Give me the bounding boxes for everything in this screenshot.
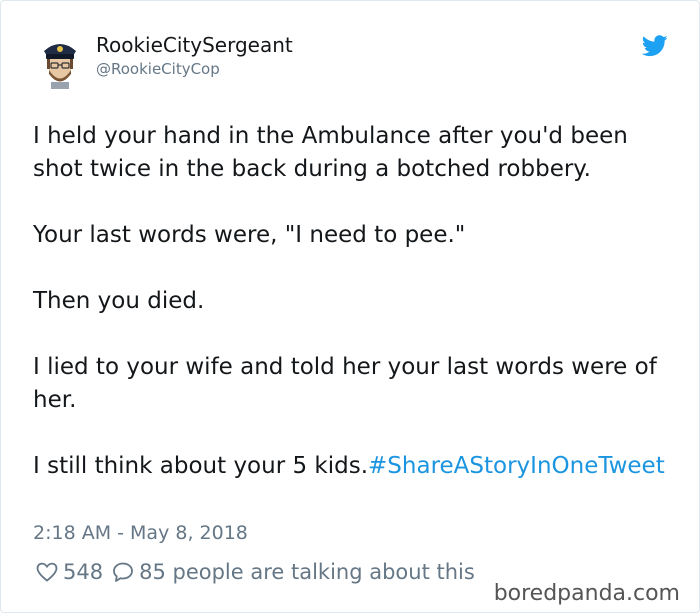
tweet-card: RookieCitySergeant @RookieCityCop I held…: [0, 0, 700, 613]
tweet-paragraph-5: I still think about your 5 kids.#ShareAS…: [33, 450, 673, 483]
user-names: RookieCitySergeant @RookieCityCop: [96, 31, 293, 79]
twitter-bird-icon[interactable]: [641, 35, 668, 57]
tweet-text: I held your hand in the Ambulance after …: [33, 120, 673, 483]
tweet-paragraph-4: I lied to your wife and told her your la…: [33, 354, 657, 413]
display-name[interactable]: RookieCitySergeant: [96, 31, 293, 59]
reply-summary[interactable]: 85 people are talking about this: [139, 560, 475, 584]
boredpanda-watermark: boredpanda.com: [491, 581, 682, 606]
police-officer-avatar-icon: [44, 44, 76, 89]
user-handle[interactable]: @RookieCityCop: [96, 59, 293, 79]
like-count[interactable]: 548: [63, 560, 103, 584]
speech-bubble-icon[interactable]: [111, 560, 135, 584]
tweet-actions: 548 85 people are talking about this: [35, 557, 483, 587]
tweet-paragraph-5-text: I still think about your 5 kids.: [33, 453, 369, 479]
tweet-paragraph-3: Then you died.: [33, 288, 205, 314]
tweet-paragraph-1: I held your hand in the Ambulance after …: [33, 123, 628, 182]
heart-outline-icon[interactable]: [35, 560, 59, 584]
tweet-paragraph-2: Your last words were, "I need to pee.": [33, 222, 466, 248]
hashtag-link[interactable]: #ShareAStoryInOneTweet: [368, 453, 665, 479]
tweet-timestamp[interactable]: 2:18 AM - May 8, 2018: [33, 520, 248, 546]
avatar[interactable]: [35, 37, 85, 89]
